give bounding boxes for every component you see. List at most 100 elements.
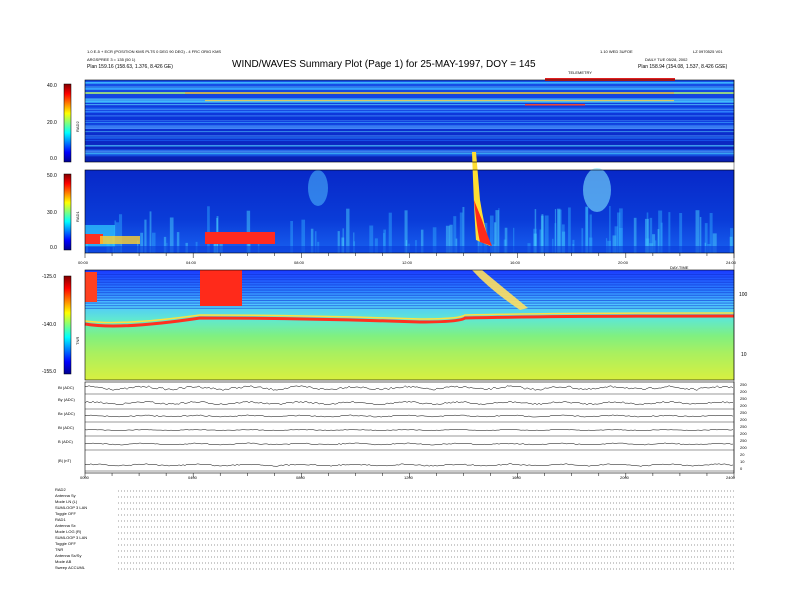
mag-trace: [84, 442, 734, 446]
rad2-band: [85, 131, 734, 133]
footer-label: Antenna Sx: [55, 523, 76, 528]
mag-row-tick: 250: [740, 424, 747, 429]
footer-label: Mode LOG (R): [55, 529, 82, 534]
mag-row-tick: 250: [740, 438, 747, 443]
mag-row-label: Bt (ADC): [58, 385, 74, 390]
footer-label: Toggle OFF: [55, 541, 76, 546]
header-info-left-3: Plan 159.16 (158.63, 1.376, 8.426 GE): [87, 64, 173, 70]
footer-label: Mode AB: [55, 559, 72, 564]
time-tick: 08:00: [294, 260, 305, 265]
tnr-band: [85, 307, 734, 309]
rad2-band: [85, 139, 734, 141]
mag-row-tick: 250: [740, 382, 747, 387]
rad2-band: [85, 137, 734, 139]
rad2-ytick: 20.0: [47, 120, 57, 126]
bottom-time-tick: 2400: [726, 475, 735, 480]
page-title: WIND/WAVES Summary Plot (Page 1) for 25-…: [232, 59, 536, 70]
bottom-time-tick: 1200: [404, 475, 413, 480]
tnr-band: [85, 281, 734, 283]
mag-trace: [84, 385, 734, 391]
rad2-band: [85, 120, 734, 121]
header-info-right-4: Plan 158.94 (154.08, 1.537, 8.426 GSE): [638, 64, 728, 70]
rad2-band: [85, 135, 734, 137]
rad1-burst: [207, 206, 210, 253]
mag-row-tick: 200: [740, 445, 747, 450]
rad2-ytick: 40.0: [47, 83, 57, 89]
mag-row-label: B (ADC): [58, 439, 73, 444]
time-tick: 04:00: [186, 260, 197, 265]
tnr-band: [85, 305, 734, 307]
summary-plot: [63, 78, 735, 570]
rad2-band: [185, 92, 674, 94]
footer-label: TNR: [55, 547, 64, 552]
header-info-right-3: DAILY TUE 05/28, 2002: [645, 57, 688, 62]
rad1-spectrogram: [85, 170, 734, 253]
mag-row-tick: 0: [740, 466, 743, 471]
mag-row-label: Bt (ADC): [58, 425, 74, 430]
time-tick: 20:00: [618, 260, 629, 265]
footer-label: Mode LN (L): [55, 499, 78, 504]
rad1-emission: [205, 232, 275, 244]
rad2-band: [85, 111, 734, 113]
header-info-right-2: LZ 0970525 V01: [693, 49, 723, 54]
rad1-floor: [85, 246, 734, 253]
time-tick: 12:00: [402, 260, 413, 265]
mag-row-label: Bx (ADC): [58, 411, 75, 416]
footer-label: Antenna Sx/Sy: [55, 553, 82, 558]
mag-row-tick: 200: [740, 431, 747, 436]
tnr-right-tick: 10: [741, 352, 747, 358]
footer-label: Antenna Sy: [55, 493, 76, 498]
rad2-band: [525, 104, 585, 106]
colorbar: [63, 83, 72, 163]
rad2-ytick: 0.0: [50, 156, 57, 162]
mag-trace: [84, 429, 734, 431]
tnr-band: [85, 287, 734, 288]
bottom-time-tick: 0000: [80, 475, 89, 480]
rad2-band: [85, 128, 734, 130]
tnr-burst: [85, 272, 97, 302]
bottom-time-tick: 0800: [296, 475, 305, 480]
telemetry-label: TELEMETRY: [568, 70, 592, 75]
time-tick: 24:00: [726, 260, 737, 265]
rad2-band: [85, 150, 734, 153]
rad2-band: [205, 100, 674, 102]
footer-label: SUMLOOP 3 LAN: [55, 535, 88, 540]
tnr-ytick: -155.0: [42, 369, 57, 375]
tnr-band: [85, 297, 734, 299]
panel-frame: [84, 381, 735, 474]
rad1-ytick: 0.0: [50, 245, 57, 251]
tnr-band: [85, 302, 734, 304]
tnr-ytick: -140.0: [42, 322, 57, 328]
mag-row-label: |B| (nT): [58, 458, 72, 463]
time-tick: 16:00: [510, 260, 521, 265]
time-tick: 00:00: [78, 260, 89, 265]
rad2-band: [85, 88, 734, 90]
rad2-band: [85, 107, 734, 109]
bottom-time-tick: 2000: [620, 475, 629, 480]
rad2-band: [85, 82, 734, 84]
rad1-emission: [583, 168, 611, 212]
footer-label: RAD1: [55, 517, 66, 522]
tnr-label: TNR: [75, 336, 80, 345]
rad2-band: [85, 145, 734, 147]
tnr-band: [85, 276, 734, 278]
tnr-band: [85, 289, 734, 291]
rad2-band: [85, 98, 734, 100]
mag-row-tick: 250: [740, 396, 747, 401]
rad1-emission: [308, 170, 328, 206]
mag-row-tick: 20: [740, 452, 745, 457]
tnr-spectrogram: [85, 270, 734, 380]
tnr-band: [85, 294, 734, 296]
mag-row-tick: 200: [740, 403, 747, 408]
bottom-time-tick: 0400: [188, 475, 197, 480]
rad1-label: RAD1: [75, 211, 80, 222]
tnr-band: [85, 274, 734, 275]
tnr-band: [85, 292, 734, 294]
mag-trace: [84, 400, 734, 405]
rad2-label: RAD2: [75, 121, 80, 132]
daytime-label: DAY-TIME: [670, 265, 689, 270]
mag-row-label: By (ADC): [58, 397, 75, 402]
rad1-ytick: 30.0: [47, 210, 57, 216]
rad2-band: [85, 155, 734, 157]
tnr-band: [85, 279, 734, 281]
